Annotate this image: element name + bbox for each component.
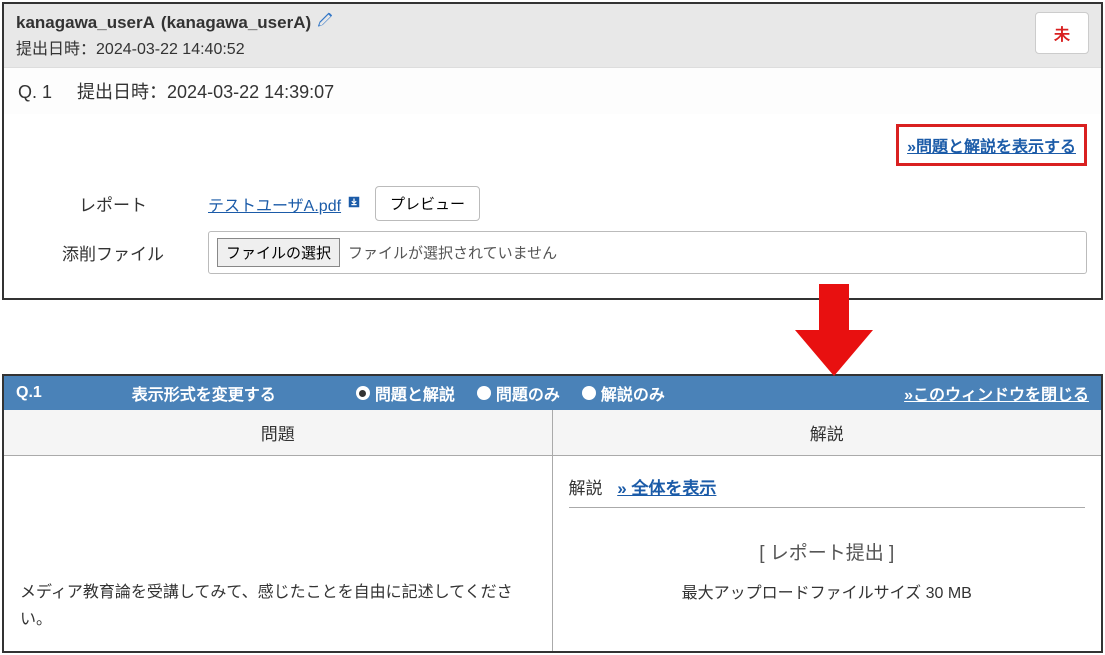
correction-row: 添削ファイル ファイルの選択 ファイルが選択されていません — [18, 231, 1087, 274]
radio-explanation-only[interactable]: 解説のみ — [582, 381, 665, 405]
preview-button[interactable]: プレビュー — [375, 186, 480, 221]
red-arrow-icon — [795, 284, 873, 381]
close-window-link[interactable]: »このウィンドウを閉じる — [904, 381, 1089, 405]
user-header: kanagawa_userA (kanagawa_userA) 提出日時：2024… — [4, 4, 1101, 67]
show-explanation-row: »問題と解説を表示する — [4, 114, 1101, 172]
user-info: kanagawa_userA (kanagawa_userA) 提出日時：2024… — [16, 12, 333, 59]
user-id: (kanagawa_userA) — [161, 13, 311, 33]
radio-icon — [477, 386, 491, 400]
file-input-wrapper: ファイルの選択 ファイルが選択されていません — [208, 231, 1087, 274]
user-name-row: kanagawa_userA (kanagawa_userA) — [16, 12, 333, 33]
explanation-label: 解説 — [569, 479, 603, 498]
max-upload-size: 最大アップロードファイルサイズ 30 MB — [569, 579, 1086, 603]
show-explanation-link[interactable]: »問題と解説を表示する — [896, 124, 1087, 166]
radio-icon — [356, 386, 370, 400]
report-label: レポート — [18, 191, 208, 216]
show-all-link[interactable]: » 全体を表示 — [617, 479, 716, 498]
radio-problem-only[interactable]: 問題のみ — [477, 381, 560, 405]
correction-label: 添削ファイル — [18, 240, 208, 265]
download-icon[interactable] — [347, 195, 361, 212]
explanation-header: 解説 » 全体を表示 — [569, 474, 1086, 508]
user-name: kanagawa_userA — [16, 13, 155, 33]
submission-panel: kanagawa_userA (kanagawa_userA) 提出日時：2024… — [2, 2, 1103, 300]
no-file-text: ファイルが選択されていません — [348, 242, 557, 263]
submission-time: 提出日時：2024-03-22 14:40:52 — [16, 35, 333, 59]
format-label: 表示形式を変更する — [132, 381, 276, 405]
form-area: レポート テストユーザA.pdf プレビュー 添削ファイル ファイルの選択 ファ… — [4, 172, 1101, 298]
display-format-radio-group: 問題と解説 問題のみ 解説のみ — [356, 381, 665, 405]
question-time-label: 提出日時： — [77, 82, 167, 102]
explanation-column: 解説 » 全体を表示 [ レポート提出 ] 最大アップロードファイルサイズ 30… — [553, 456, 1102, 651]
report-file-link[interactable]: テストユーザA.pdf — [208, 192, 341, 216]
report-row: レポート テストユーザA.pdf プレビュー — [18, 186, 1087, 221]
blue-toolbar: Q.1 表示形式を変更する 問題と解説 問題のみ 解説のみ »このウィンドウを閉… — [4, 376, 1101, 410]
explanation-panel: Q.1 表示形式を変更する 問題と解説 問題のみ 解説のみ »このウィンドウを閉… — [2, 374, 1103, 653]
question-header-row: Q. 1 提出日時：2024-03-22 14:39:07 — [4, 67, 1101, 114]
question-time: 2024-03-22 14:39:07 — [167, 82, 334, 102]
arrow-container — [0, 302, 1105, 372]
problem-column: メディア教育論を受講してみて、感じたことを自由に記述してください。 — [4, 456, 553, 651]
column-header-problem: 問題 — [4, 410, 553, 455]
question-text: メディア教育論を受講してみて、感じたことを自由に記述してください。 — [20, 579, 536, 633]
content-row: メディア教育論を受講してみて、感じたことを自由に記述してください。 解説 » 全… — [4, 456, 1101, 651]
column-headers: 問題 解説 — [4, 410, 1101, 456]
question-label: Q.1 — [16, 384, 42, 402]
question-number: Q. 1 — [18, 82, 52, 102]
radio-problem-explanation[interactable]: 問題と解説 — [356, 381, 455, 405]
column-header-explanation: 解説 — [553, 410, 1102, 455]
status-badge: 未 — [1035, 12, 1089, 54]
edit-icon[interactable] — [317, 12, 333, 33]
radio-icon — [582, 386, 596, 400]
report-submit-title: [ レポート提出 ] — [569, 538, 1086, 565]
choose-file-button[interactable]: ファイルの選択 — [217, 238, 340, 267]
